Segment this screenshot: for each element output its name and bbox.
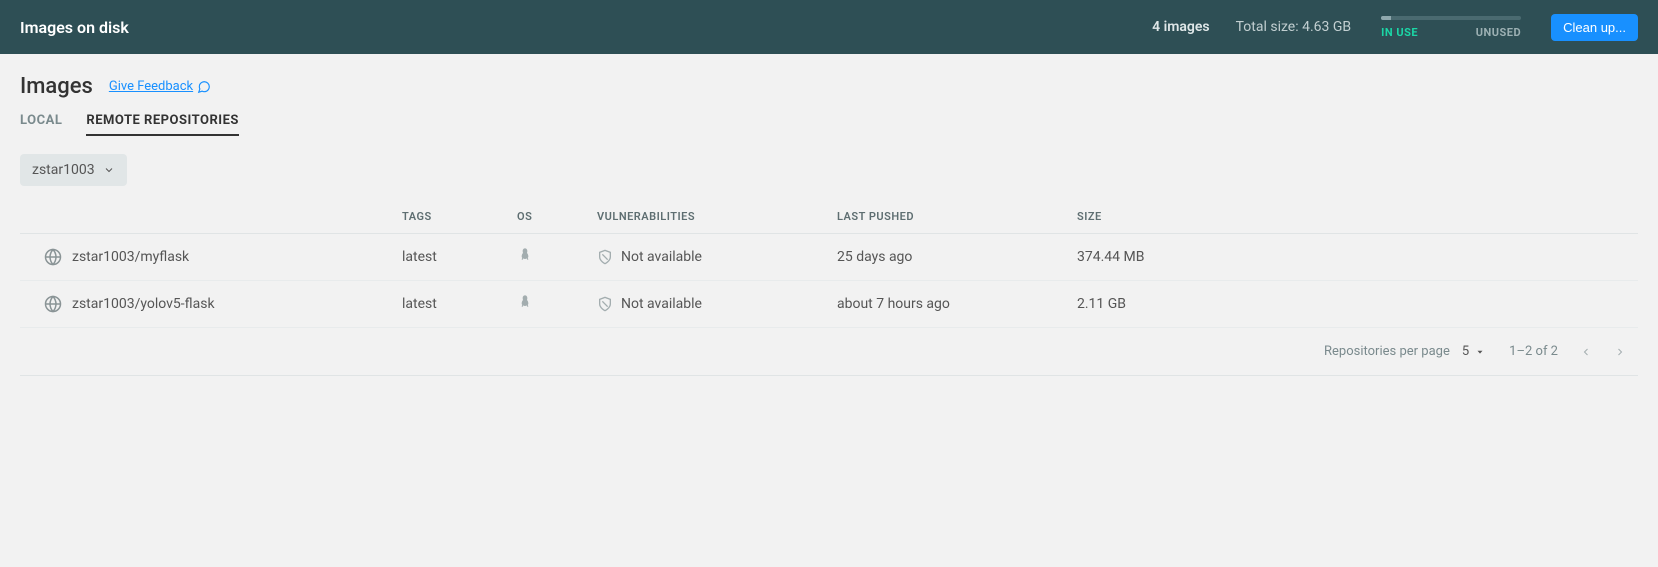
shield-icon bbox=[597, 248, 613, 266]
image-count: 4 images bbox=[1152, 19, 1210, 35]
repo-tag: latest bbox=[390, 234, 505, 281]
col-tags: TAGS bbox=[390, 200, 505, 234]
col-size: SIZE bbox=[1065, 200, 1638, 234]
next-page-icon[interactable] bbox=[1614, 346, 1626, 358]
cleanup-button[interactable]: Clean up... bbox=[1551, 14, 1638, 41]
tab-remote-repositories[interactable]: REMOTE REPOSITORIES bbox=[86, 113, 239, 136]
prev-page-icon[interactable] bbox=[1580, 346, 1592, 358]
chevron-down-icon bbox=[103, 164, 115, 176]
page-title: Images bbox=[20, 74, 93, 99]
linux-icon bbox=[517, 246, 533, 264]
repo-name: zstar1003/yolov5-flask bbox=[72, 296, 215, 312]
linux-icon bbox=[517, 293, 533, 311]
feedback-label: Give Feedback bbox=[109, 79, 193, 94]
topbar: Images on disk 4 images Total size: 4.63… bbox=[0, 0, 1658, 54]
per-page-value: 5 bbox=[1462, 344, 1469, 359]
table-row[interactable]: zstar1003/myflask latest Not available 2… bbox=[20, 234, 1638, 281]
vuln-text: Not available bbox=[621, 296, 702, 312]
shield-icon bbox=[597, 295, 613, 313]
per-page-label: Repositories per page bbox=[1324, 344, 1450, 359]
table-row[interactable]: zstar1003/yolov5-flask latest Not availa… bbox=[20, 281, 1638, 328]
per-page-selector[interactable]: 5 bbox=[1462, 344, 1485, 359]
col-last-pushed: LAST PUSHED bbox=[825, 200, 1065, 234]
size: 2.11 GB bbox=[1065, 281, 1638, 328]
col-vulnerabilities: VULNERABILITIES bbox=[585, 200, 825, 234]
globe-icon bbox=[44, 295, 62, 313]
total-size: Total size: 4.63 GB bbox=[1236, 19, 1352, 35]
feedback-link[interactable]: Give Feedback bbox=[109, 79, 211, 94]
vuln-text: Not available bbox=[621, 249, 702, 265]
usage-indicator: IN USE UNUSED bbox=[1381, 16, 1521, 39]
tab-local[interactable]: LOCAL bbox=[20, 113, 62, 136]
last-pushed: about 7 hours ago bbox=[825, 281, 1065, 328]
images-table: TAGS OS VULNERABILITIES LAST PUSHED SIZE… bbox=[20, 200, 1638, 328]
feedback-icon bbox=[197, 80, 211, 94]
content: Images Give Feedback LOCAL REMOTE REPOSI… bbox=[0, 54, 1658, 396]
page-range: 1–2 of 2 bbox=[1509, 344, 1558, 359]
col-os: OS bbox=[505, 200, 585, 234]
repo-tag: latest bbox=[390, 281, 505, 328]
tabs: LOCAL REMOTE REPOSITORIES bbox=[20, 113, 1638, 136]
globe-icon bbox=[44, 248, 62, 266]
usage-bar bbox=[1381, 16, 1521, 20]
repo-name: zstar1003/myflask bbox=[72, 249, 189, 265]
unused-label: UNUSED bbox=[1476, 26, 1521, 39]
user-dropdown[interactable]: zstar1003 bbox=[20, 154, 127, 186]
last-pushed: 25 days ago bbox=[825, 234, 1065, 281]
size: 374.44 MB bbox=[1065, 234, 1638, 281]
pagination: Repositories per page 5 1–2 of 2 bbox=[20, 328, 1638, 376]
caret-down-icon bbox=[1475, 347, 1485, 357]
in-use-label: IN USE bbox=[1381, 26, 1418, 39]
topbar-title: Images on disk bbox=[20, 18, 129, 37]
dropdown-selected: zstar1003 bbox=[32, 162, 95, 178]
usage-bar-fill bbox=[1381, 16, 1391, 20]
